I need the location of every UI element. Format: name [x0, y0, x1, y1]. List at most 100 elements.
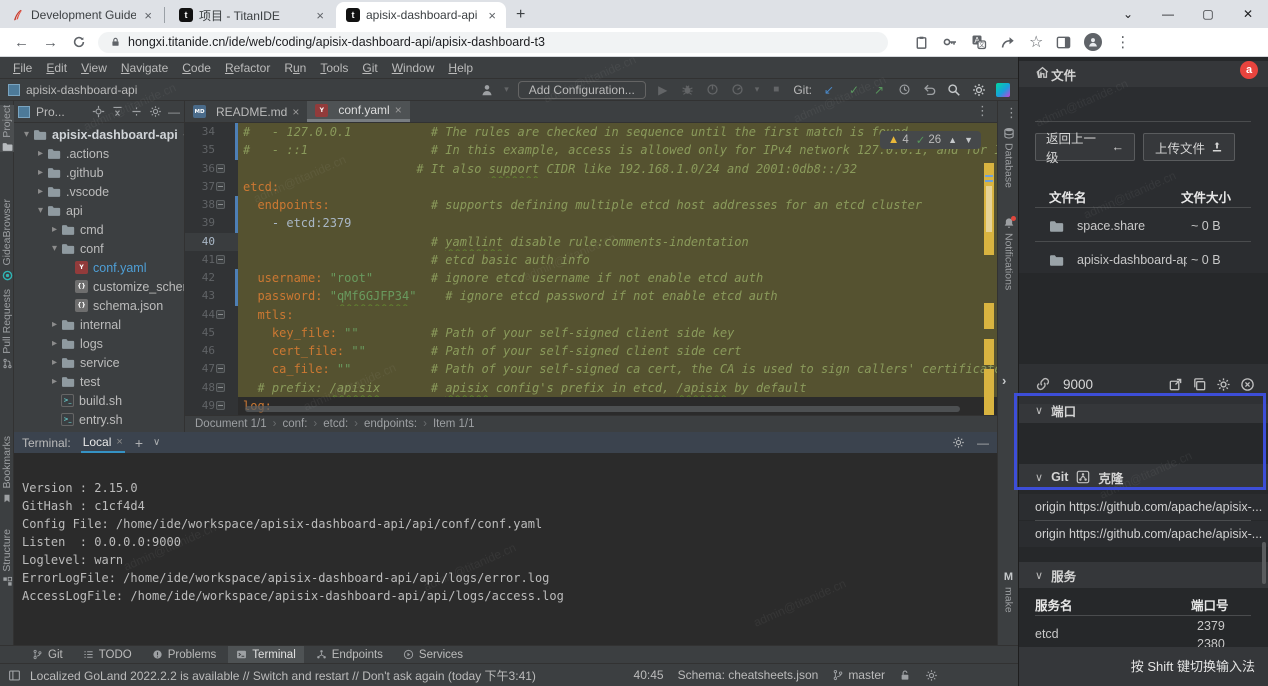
- code-line-48[interactable]: 48 # prefix: /apisix # apisix config's p…: [185, 379, 997, 397]
- hide-panel-icon[interactable]: —: [168, 105, 180, 119]
- code-line-45[interactable]: 45 key_file: "" # Path of your self-sign…: [185, 324, 997, 342]
- toolwindows-toggle-icon[interactable]: [6, 667, 22, 683]
- code-line-42[interactable]: 42 username: "root" # ignore etcd userna…: [185, 269, 997, 287]
- code-text[interactable]: password: "qMf6GJFP34" # ignore etcd pas…: [238, 287, 997, 305]
- code-text[interactable]: key_file: "" # Path of your self-signed …: [238, 324, 997, 342]
- gutter[interactable]: 42: [185, 269, 238, 287]
- code-text[interactable]: # It also support CIDR like 192.168.1.0/…: [238, 160, 997, 178]
- expand-collapse-icon[interactable]: [130, 105, 143, 118]
- code-text[interactable]: etcd:: [238, 178, 997, 196]
- browser-tab-titanide-projects[interactable]: t 项目 - TitanIDE ×: [169, 2, 334, 28]
- gutter[interactable]: 49: [185, 397, 238, 415]
- tree-item-schema.json[interactable]: {}schema.json: [14, 296, 184, 315]
- gutter[interactable]: 41: [185, 251, 238, 269]
- horizontal-scrollbar[interactable]: [245, 406, 960, 412]
- browser-menu-kebab-icon[interactable]: ⋮: [1115, 33, 1130, 51]
- collapse-all-icon[interactable]: [111, 105, 124, 118]
- expand-panel-chevron-icon[interactable]: ›: [1002, 373, 1006, 388]
- toolwindow-button-endpoints[interactable]: Endpoints: [308, 646, 391, 664]
- chevron-down-icon[interactable]: ▾: [504, 84, 509, 95]
- code-line-47[interactable]: 47 ca_file: "" # Path of your self-signe…: [185, 360, 997, 378]
- gutter[interactable]: 46: [185, 342, 238, 360]
- fold-icon[interactable]: [216, 200, 225, 209]
- terminal-dropdown-chevron-icon[interactable]: ∨: [153, 437, 160, 448]
- schema-indicator[interactable]: Schema: cheatsheets.json: [678, 668, 819, 682]
- inspections-widget[interactable]: ▲4 ✓26 ▲ ▼: [880, 131, 981, 149]
- menu-git[interactable]: Git: [355, 61, 384, 75]
- code-line-34[interactable]: 34# - 127.0.0.1 # The rules are checked …: [185, 123, 997, 141]
- lock-unlocked-icon[interactable]: [899, 669, 911, 682]
- tree-chevron-icon[interactable]: ▾: [20, 129, 33, 140]
- git-remote-row[interactable]: origin https://github.com/apache/apisix-…: [1019, 521, 1268, 547]
- code-text[interactable]: # etcd basic auth info: [238, 251, 997, 269]
- debug-icon[interactable]: [680, 82, 696, 98]
- chevron-down-icon[interactable]: ▾: [755, 84, 760, 95]
- gutter[interactable]: 44: [185, 306, 238, 324]
- fold-icon[interactable]: [216, 364, 225, 373]
- menu-tools[interactable]: Tools: [313, 61, 355, 75]
- tree-item-entry.sh[interactable]: >_entry.sh: [14, 410, 184, 429]
- code-line-39[interactable]: 39 - etcd:2379: [185, 214, 997, 232]
- gutter[interactable]: 40: [185, 233, 238, 251]
- tree-item-.vscode[interactable]: ▸.vscode: [14, 182, 184, 201]
- project-panel-title[interactable]: Pro...: [36, 105, 65, 119]
- code-text[interactable]: - etcd:2379: [238, 214, 997, 232]
- tree-item-internal[interactable]: ▸internal: [14, 315, 184, 334]
- code-line-38[interactable]: 38 endpoints: # supports defining multip…: [185, 196, 997, 214]
- side-panel-icon[interactable]: [1056, 35, 1071, 50]
- menu-code[interactable]: Code: [175, 61, 218, 75]
- fold-icon[interactable]: [216, 164, 225, 173]
- breadcrumb-item[interactable]: etcd:: [323, 418, 348, 430]
- settings-gear-icon[interactable]: [971, 82, 987, 98]
- tab-close-icon[interactable]: ×: [486, 8, 498, 23]
- menu-window[interactable]: Window: [385, 61, 442, 75]
- breadcrumb-item[interactable]: endpoints:: [364, 418, 417, 430]
- run-icon[interactable]: ▶: [655, 82, 671, 98]
- tree-item-conf[interactable]: ▾conf: [14, 239, 184, 258]
- upload-file-button[interactable]: 上传文件: [1143, 133, 1235, 161]
- reload-icon[interactable]: [72, 35, 86, 49]
- code-line-35[interactable]: 35# - ::1 # In this example, access is a…: [185, 141, 997, 159]
- fold-icon[interactable]: [216, 182, 225, 191]
- code-text[interactable]: mtls:: [238, 306, 997, 324]
- breadcrumb-item[interactable]: Document 1/1: [195, 418, 267, 430]
- stripe-pull-requests[interactable]: Pull Requests: [0, 289, 14, 369]
- tree-chevron-icon[interactable]: ▸: [48, 319, 61, 330]
- code-line-40[interactable]: 40 # yamllint disable rule:comments-inde…: [185, 233, 997, 251]
- notification-badge[interactable]: a: [1240, 61, 1258, 79]
- fold-icon[interactable]: [216, 383, 225, 392]
- stripe-project[interactable]: Project: [0, 105, 14, 152]
- tree-item-.actions[interactable]: ▸.actions: [14, 144, 184, 163]
- menu-file[interactable]: File: [6, 61, 39, 75]
- editor-tab-readme[interactable]: MD README.md ×: [185, 101, 307, 122]
- tree-chevron-icon[interactable]: ▸: [48, 376, 61, 387]
- gutter[interactable]: 48: [185, 379, 238, 397]
- tree-item-conf.yaml[interactable]: Yconf.yaml: [14, 258, 184, 277]
- gutter[interactable]: 35: [185, 141, 238, 159]
- tree-item-customize_schema[interactable]: {}customize_schema: [14, 277, 184, 296]
- search-everywhere-icon[interactable]: [946, 82, 962, 98]
- new-terminal-icon[interactable]: +: [135, 435, 143, 451]
- clipboard-icon[interactable]: [914, 35, 929, 50]
- tab-close-icon[interactable]: ×: [314, 8, 326, 23]
- tree-item-.github[interactable]: ▸.github: [14, 163, 184, 182]
- profiler-icon[interactable]: [730, 82, 746, 98]
- gutter[interactable]: 45: [185, 324, 238, 342]
- tree-item-cmd[interactable]: ▸cmd: [14, 220, 184, 239]
- tree-chevron-icon[interactable]: ▸: [34, 186, 47, 197]
- services-section-header[interactable]: ∨ 服务: [1019, 562, 1268, 588]
- stripe-notifications[interactable]: Notifications: [998, 217, 1019, 290]
- toolwindow-button-terminal[interactable]: Terminal: [228, 646, 303, 664]
- locate-file-icon[interactable]: [92, 105, 105, 118]
- stripe-bookmarks[interactable]: Bookmarks: [0, 436, 14, 504]
- tree-item-build.sh[interactable]: >_build.sh: [14, 391, 184, 410]
- home-icon[interactable]: [1035, 65, 1050, 79]
- menu-help[interactable]: Help: [441, 61, 480, 75]
- git-commit-icon[interactable]: ✓: [846, 82, 862, 98]
- gutter[interactable]: 34: [185, 123, 238, 141]
- tab-close-icon[interactable]: ×: [292, 105, 299, 119]
- code-line-41[interactable]: 41 # etcd basic auth info: [185, 251, 997, 269]
- tree-item-apisix-dashboard-api[interactable]: ▾apisix-dashboard-api~/: [14, 125, 184, 144]
- toolwindow-button-problems[interactable]: Problems: [144, 646, 225, 664]
- panel-scrollbar[interactable]: [1262, 542, 1266, 584]
